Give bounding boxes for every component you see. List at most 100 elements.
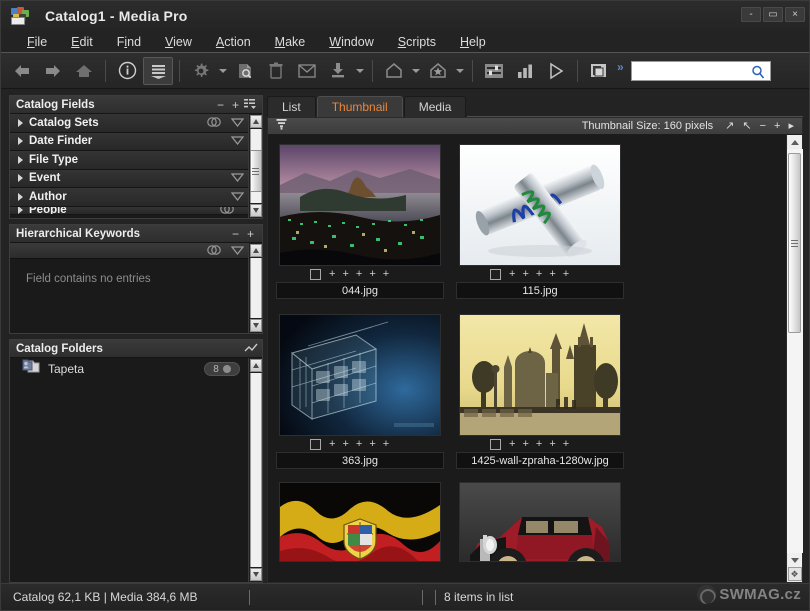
- thumbnail-image-box[interactable]: [456, 483, 624, 561]
- play-icon[interactable]: [541, 57, 571, 85]
- menu-view[interactable]: View: [153, 31, 204, 53]
- thumbnail-checkbox[interactable]: [310, 439, 321, 450]
- gear-dropdown-caret-icon[interactable]: [217, 57, 229, 85]
- maximize-button[interactable]: ▭: [763, 7, 783, 22]
- expand-triangle-icon[interactable]: [18, 174, 23, 183]
- minimize-button[interactable]: -: [741, 7, 761, 22]
- rating-mark[interactable]: +: [369, 269, 375, 280]
- rating-mark[interactable]: +: [522, 269, 528, 280]
- field-menu-icon[interactable]: [230, 169, 245, 187]
- rating-mark[interactable]: +: [536, 439, 542, 450]
- thumbnail-filename[interactable]: 1425-wall-zpraha-1280w.jpg: [456, 452, 624, 469]
- keywords-plus-button[interactable]: +: [243, 226, 258, 242]
- menu-scripts[interactable]: Scripts: [386, 31, 448, 53]
- expand-triangle-icon[interactable]: [18, 155, 23, 164]
- bar-chart-icon[interactable]: [510, 57, 540, 85]
- thumbnail-image-box[interactable]: [276, 313, 444, 437]
- thumbnail-cell[interactable]: [456, 483, 624, 561]
- thumbnail-image-box[interactable]: [456, 143, 624, 267]
- thumbnail-image-box[interactable]: [456, 313, 624, 437]
- stack-list-icon[interactable]: [143, 56, 173, 85]
- thumbnail-cell[interactable]: + + + + + 1425-wall-zpraha-1280w.jpg: [456, 313, 624, 469]
- field-menu-icon[interactable]: [230, 188, 245, 206]
- expand-triangle-icon[interactable]: [18, 118, 23, 127]
- star-dropdown-caret-icon[interactable]: [454, 57, 466, 85]
- thumbnail-filename[interactable]: 044.jpg: [276, 282, 444, 299]
- tab-thumbnail[interactable]: Thumbnail: [316, 96, 403, 117]
- scroll-track[interactable]: [249, 192, 262, 203]
- info-icon[interactable]: [112, 57, 142, 85]
- scroll-down-icon[interactable]: [249, 568, 262, 581]
- thumbnail-checkbox[interactable]: [310, 269, 321, 280]
- field-row-date-finder[interactable]: Date Finder: [10, 132, 248, 151]
- scroll-track[interactable]: [249, 258, 262, 318]
- expand-arrow-icon[interactable]: ↗: [721, 118, 738, 134]
- keywords-toolbar-row[interactable]: [10, 243, 248, 259]
- resize-grip-icon[interactable]: ❖: [787, 567, 802, 581]
- rating-mark[interactable]: +: [356, 439, 362, 450]
- rating-mark[interactable]: +: [549, 439, 555, 450]
- rating-mark[interactable]: +: [369, 439, 375, 450]
- thumbnail-filename[interactable]: 115.jpg: [456, 282, 624, 299]
- scroll-up-icon[interactable]: [249, 244, 262, 257]
- search-input[interactable]: [635, 61, 766, 80]
- rating-mark[interactable]: +: [383, 269, 389, 280]
- search-box[interactable]: [630, 60, 771, 81]
- panes-icon[interactable]: [584, 57, 614, 85]
- decrease-size-icon[interactable]: −: [756, 118, 770, 134]
- rating-mark[interactable]: +: [329, 439, 335, 450]
- rating-mark[interactable]: +: [549, 269, 555, 280]
- expand-triangle-icon[interactable]: [18, 137, 23, 146]
- slideshow-settings-icon[interactable]: [479, 57, 509, 85]
- back-arrow-icon[interactable]: [7, 57, 37, 85]
- rating-marks[interactable]: + + + + +: [509, 269, 569, 280]
- document-search-icon[interactable]: [230, 57, 260, 85]
- increase-size-icon[interactable]: +: [770, 118, 784, 134]
- scroll-track[interactable]: [786, 149, 803, 553]
- menu-help[interactable]: Help: [448, 31, 498, 53]
- collapse-arrow-icon[interactable]: ↖: [738, 118, 755, 134]
- home-icon[interactable]: [69, 57, 99, 85]
- close-button[interactable]: ×: [785, 7, 805, 22]
- catalog-folders-scrollbar[interactable]: [248, 358, 262, 582]
- rating-mark[interactable]: +: [342, 269, 348, 280]
- thumbnail-checkbox[interactable]: [490, 269, 501, 280]
- expand-triangle-icon[interactable]: [18, 206, 23, 214]
- tab-list[interactable]: List: [267, 96, 316, 117]
- thumbnail-cell[interactable]: + + + + + 115.jpg: [456, 143, 624, 299]
- forward-arrow-icon[interactable]: [38, 57, 68, 85]
- keywords-scrollbar[interactable]: [248, 243, 262, 333]
- trash-icon[interactable]: [261, 57, 291, 85]
- label-icon[interactable]: [379, 57, 409, 85]
- label-dropdown-caret-icon[interactable]: [410, 57, 422, 85]
- menu-window[interactable]: Window: [317, 31, 385, 53]
- catalog-fields-scrollbar[interactable]: [248, 114, 262, 218]
- rating-marks[interactable]: + + + + +: [509, 439, 569, 450]
- field-row-file-type[interactable]: File Type: [10, 151, 248, 170]
- thumbnail-filename[interactable]: 363.jpg: [276, 452, 444, 469]
- tab-media[interactable]: Media: [403, 96, 467, 117]
- list-options-icon[interactable]: [243, 97, 258, 113]
- thumbnail-cell[interactable]: [276, 483, 444, 561]
- keywords-menu-icon[interactable]: [230, 243, 245, 260]
- catalog-fields-plus-button[interactable]: +: [228, 97, 243, 113]
- menu-edit[interactable]: Edit: [59, 31, 105, 53]
- keywords-minus-button[interactable]: −: [228, 226, 243, 242]
- rating-mark[interactable]: +: [329, 269, 335, 280]
- import-icon[interactable]: [323, 57, 353, 85]
- rating-mark[interactable]: +: [522, 439, 528, 450]
- import-dropdown-caret-icon[interactable]: [354, 57, 366, 85]
- field-row-people[interactable]: People: [10, 206, 248, 215]
- thumbnail-scrollbar[interactable]: ❖: [786, 135, 803, 582]
- edit-path-icon[interactable]: [243, 341, 258, 357]
- field-menu-icon[interactable]: [230, 132, 245, 150]
- thumbnail-cell[interactable]: + + + + + 044.jpg: [276, 143, 444, 299]
- scroll-thumb[interactable]: [787, 153, 801, 333]
- gear-icon[interactable]: [186, 57, 216, 85]
- thumbnail-image-box[interactable]: [276, 483, 444, 561]
- rating-mark[interactable]: +: [509, 439, 515, 450]
- catalog-fields-minus-button[interactable]: −: [213, 97, 228, 113]
- menu-file[interactable]: File: [15, 31, 59, 53]
- expand-triangle-icon[interactable]: [18, 192, 23, 201]
- rating-marks[interactable]: + + + + +: [329, 439, 389, 450]
